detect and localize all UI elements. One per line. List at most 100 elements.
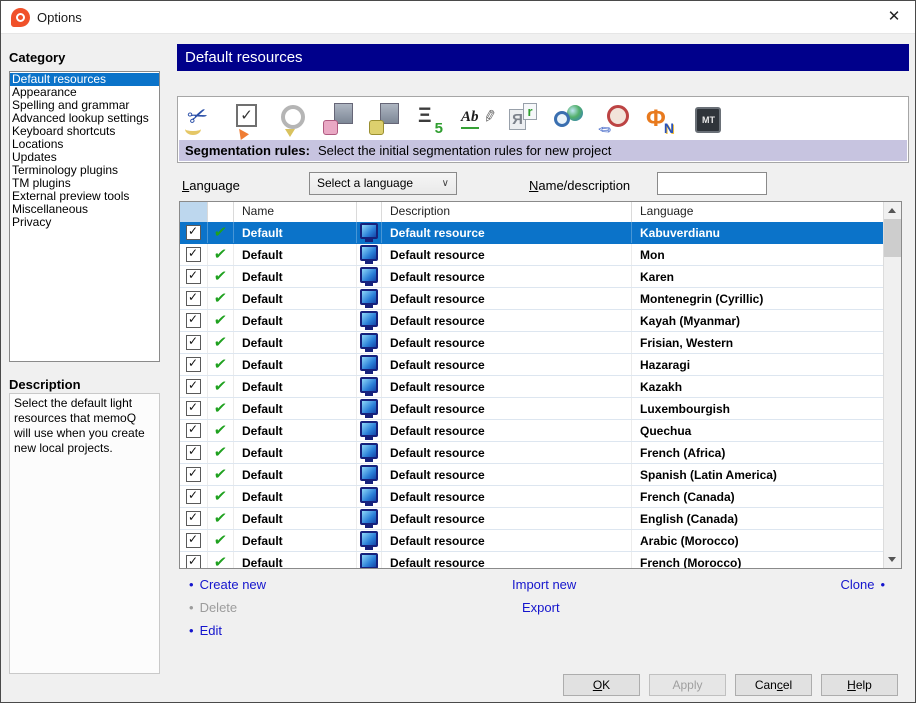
scrollbar-thumb[interactable]: [884, 219, 901, 257]
table-body: Default Default resource Kabuverdianu De…: [180, 222, 884, 568]
name-description-input[interactable]: [657, 172, 767, 195]
resource-description: Default resource: [382, 266, 632, 287]
segmentation-rules-icon[interactable]: [184, 101, 218, 139]
Default[interactable]: Default Default resource Karen: [180, 266, 884, 288]
column-header-icon[interactable]: [357, 202, 382, 222]
category-item[interactable]: Privacy: [10, 216, 159, 229]
resources-table: Name Description Language Default Defaul…: [179, 201, 902, 569]
autocorrect-sets-icon[interactable]: [506, 101, 540, 139]
category-listbox[interactable]: Default resources Appearance Spelling an…: [9, 71, 160, 362]
scroll-down-icon[interactable]: [884, 551, 901, 568]
row-checkbox[interactable]: [186, 269, 201, 284]
close-icon[interactable]: ✕: [883, 7, 905, 27]
row-checkbox[interactable]: [186, 247, 201, 262]
row-checkbox[interactable]: [186, 423, 201, 438]
table-scrollbar[interactable]: [883, 202, 901, 568]
column-header-language[interactable]: Language: [632, 202, 884, 222]
Default[interactable]: Default Default resource Quechua: [180, 420, 884, 442]
font-substitution-icon[interactable]: [644, 101, 678, 139]
enabled-check-icon: [214, 333, 227, 352]
enabled-check-icon: [214, 531, 227, 550]
Default[interactable]: Default Default resource French (Canada): [180, 486, 884, 508]
local-resource-icon: [360, 223, 378, 242]
resource-description: Default resource: [382, 222, 632, 243]
page-title: Default resources: [177, 44, 909, 71]
Default[interactable]: Default Default resource Kabuverdianu: [180, 222, 884, 244]
row-checkbox[interactable]: [186, 511, 201, 526]
resource-name: Default: [234, 486, 357, 507]
column-header-description[interactable]: Description: [382, 202, 632, 222]
export-link[interactable]: Export: [522, 600, 560, 615]
language-dropdown[interactable]: Select a language ∨: [309, 172, 457, 195]
Default[interactable]: Default Default resource Montenegrin (Cy…: [180, 288, 884, 310]
resource-name: Default: [234, 332, 357, 353]
local-resource-icon: [360, 245, 378, 264]
help-button[interactable]: Help: [821, 674, 898, 696]
resource-type-toolbar: Segmentation rules: Select the initial se…: [177, 96, 909, 163]
import-new-link[interactable]: Import new: [512, 577, 576, 592]
resource-language: Kazakh: [640, 379, 683, 394]
create-new-link[interactable]: Create new: [189, 577, 266, 592]
row-checkbox[interactable]: [186, 357, 201, 372]
row-checkbox[interactable]: [186, 335, 201, 350]
resource-description: Default resource: [382, 398, 632, 419]
local-resource-icon: [360, 443, 378, 462]
row-checkbox[interactable]: [186, 379, 201, 394]
resource-description: Default resource: [382, 508, 632, 529]
lqa-models-icon[interactable]: [598, 101, 632, 139]
enabled-check-icon: [214, 311, 227, 330]
Default[interactable]: Default Default resource Arabic (Morocco…: [180, 530, 884, 552]
column-header-name[interactable]: Name: [234, 202, 357, 222]
Default[interactable]: Default Default resource Luxembourgish: [180, 398, 884, 420]
resource-language: English (Canada): [640, 511, 739, 526]
resource-language: Quechua: [640, 423, 692, 438]
Default[interactable]: Default Default resource Spanish (Latin …: [180, 464, 884, 486]
ignore-lists-icon[interactable]: [460, 101, 494, 139]
export-path-rules-icon[interactable]: [368, 101, 402, 139]
local-resource-icon: [360, 289, 378, 308]
row-checkbox[interactable]: [186, 489, 201, 504]
auto-translation-rules-icon[interactable]: [276, 101, 310, 139]
web-search-settings-icon[interactable]: [552, 101, 586, 139]
row-checkbox[interactable]: [186, 555, 201, 568]
resource-language: Montenegrin (Cyrillic): [640, 291, 764, 306]
column-header-status[interactable]: [208, 202, 234, 222]
cancel-button[interactable]: Cancel: [735, 674, 812, 696]
description-label: Description: [9, 377, 81, 392]
resource-language: Luxembourgish: [640, 401, 731, 416]
local-resource-icon: [360, 377, 378, 396]
row-checkbox[interactable]: [186, 291, 201, 306]
Default[interactable]: Default Default resource Hazaragi: [180, 354, 884, 376]
resource-name: Default: [234, 266, 357, 287]
local-resource-icon: [360, 509, 378, 528]
row-checkbox[interactable]: [186, 313, 201, 328]
row-checkbox[interactable]: [186, 533, 201, 548]
clone-link[interactable]: Clone: [840, 577, 885, 592]
column-header-checkbox[interactable]: [180, 202, 208, 222]
row-checkbox[interactable]: [186, 225, 201, 240]
filter-configurations-icon[interactable]: [322, 101, 356, 139]
Default[interactable]: Default Default resource French (Africa): [180, 442, 884, 464]
toolbar-caption: Segmentation rules: Select the initial se…: [179, 140, 907, 161]
resource-language: Hazaragi: [640, 357, 691, 372]
row-checkbox[interactable]: [186, 401, 201, 416]
Default[interactable]: Default Default resource Kayah (Myanmar): [180, 310, 884, 332]
options-dialog: Options ✕ Category Default resources App…: [0, 0, 916, 703]
Default[interactable]: Default Default resource Frisian, Wester…: [180, 332, 884, 354]
row-checkbox[interactable]: [186, 467, 201, 482]
qa-settings-icon[interactable]: [230, 101, 264, 139]
non-translatable-lists-icon[interactable]: [414, 101, 448, 139]
ok-button[interactable]: OK: [563, 674, 640, 696]
resource-name: Default: [234, 530, 357, 551]
description-box: Select the default light resources that …: [9, 393, 160, 674]
mt-settings-icon[interactable]: [690, 101, 724, 139]
scroll-up-icon[interactable]: [884, 202, 901, 219]
delete-link: Delete: [189, 600, 238, 615]
Default[interactable]: Default Default resource Mon: [180, 244, 884, 266]
Default[interactable]: Default Default resource English (Canada…: [180, 508, 884, 530]
Default[interactable]: Default Default resource Kazakh: [180, 376, 884, 398]
Default[interactable]: Default Default resource French (Morocco…: [180, 552, 884, 568]
edit-link[interactable]: Edit: [189, 623, 222, 638]
row-checkbox[interactable]: [186, 445, 201, 460]
resource-name: Default: [234, 310, 357, 331]
